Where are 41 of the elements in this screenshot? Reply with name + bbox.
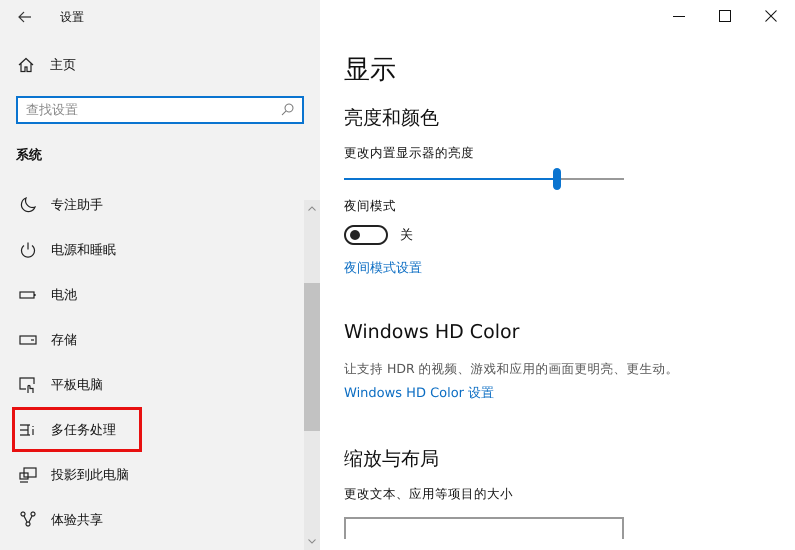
- night-mode-settings-link[interactable]: 夜间模式设置: [344, 259, 422, 277]
- close-icon[interactable]: [765, 10, 777, 22]
- page-title: 显示: [344, 54, 396, 87]
- scale-label: 更改文本、应用等项目的大小: [344, 486, 513, 503]
- home-icon: [18, 57, 34, 73]
- section-heading: Windows HD Color: [344, 321, 520, 343]
- sidebar-item[interactable]: 投影到此电脑: [0, 452, 132, 497]
- sidebar-item[interactable]: 专注助手: [0, 182, 106, 227]
- tablet-icon: [19, 376, 37, 394]
- scroll-down-icon[interactable]: [308, 539, 316, 544]
- section-heading: 亮度和颜色: [344, 106, 439, 131]
- sidebar-item[interactable]: 多任务处理: [12, 407, 142, 452]
- scale-dropdown[interactable]: [344, 517, 624, 539]
- power-icon: [19, 240, 37, 258]
- sidebar-item[interactable]: 电源和睡眠: [0, 227, 119, 272]
- search-field[interactable]: 查找设置: [16, 96, 304, 124]
- hdr-settings-link[interactable]: Windows HD Color 设置: [344, 384, 494, 402]
- section-heading: 缩放与布局: [344, 447, 439, 472]
- brightness-slider[interactable]: [344, 168, 624, 190]
- project-icon: [19, 466, 37, 484]
- home-nav-item[interactable]: 主页: [18, 56, 76, 74]
- back-arrow-icon[interactable]: [18, 11, 32, 23]
- moon-icon: [19, 196, 37, 214]
- sidebar-item[interactable]: 电池: [0, 272, 80, 317]
- slider-thumb[interactable]: [552, 168, 561, 190]
- scrollbar[interactable]: [304, 200, 320, 550]
- share-icon: [19, 510, 37, 528]
- window-title: 设置: [60, 8, 84, 26]
- section-heading: 系统: [16, 146, 42, 164]
- maximize-icon[interactable]: [719, 10, 731, 22]
- brightness-label: 更改内置显示器的亮度: [344, 145, 474, 162]
- search-icon: [281, 103, 294, 116]
- sidebar-item[interactable]: 平板电脑: [0, 362, 106, 407]
- sidebar-item[interactable]: 体验共享: [0, 497, 106, 542]
- sidebar-item[interactable]: 存储: [0, 317, 80, 362]
- scrollbar-thumb[interactable]: [304, 283, 320, 431]
- toggle-state: 关: [400, 227, 413, 244]
- hdr-description: 让支持 HDR 的视频、游戏和应用的画面更明亮、更生动。: [344, 361, 679, 378]
- scroll-up-icon[interactable]: [308, 206, 316, 211]
- night-mode-label: 夜间模式: [344, 198, 396, 215]
- night-mode-toggle[interactable]: [344, 225, 388, 245]
